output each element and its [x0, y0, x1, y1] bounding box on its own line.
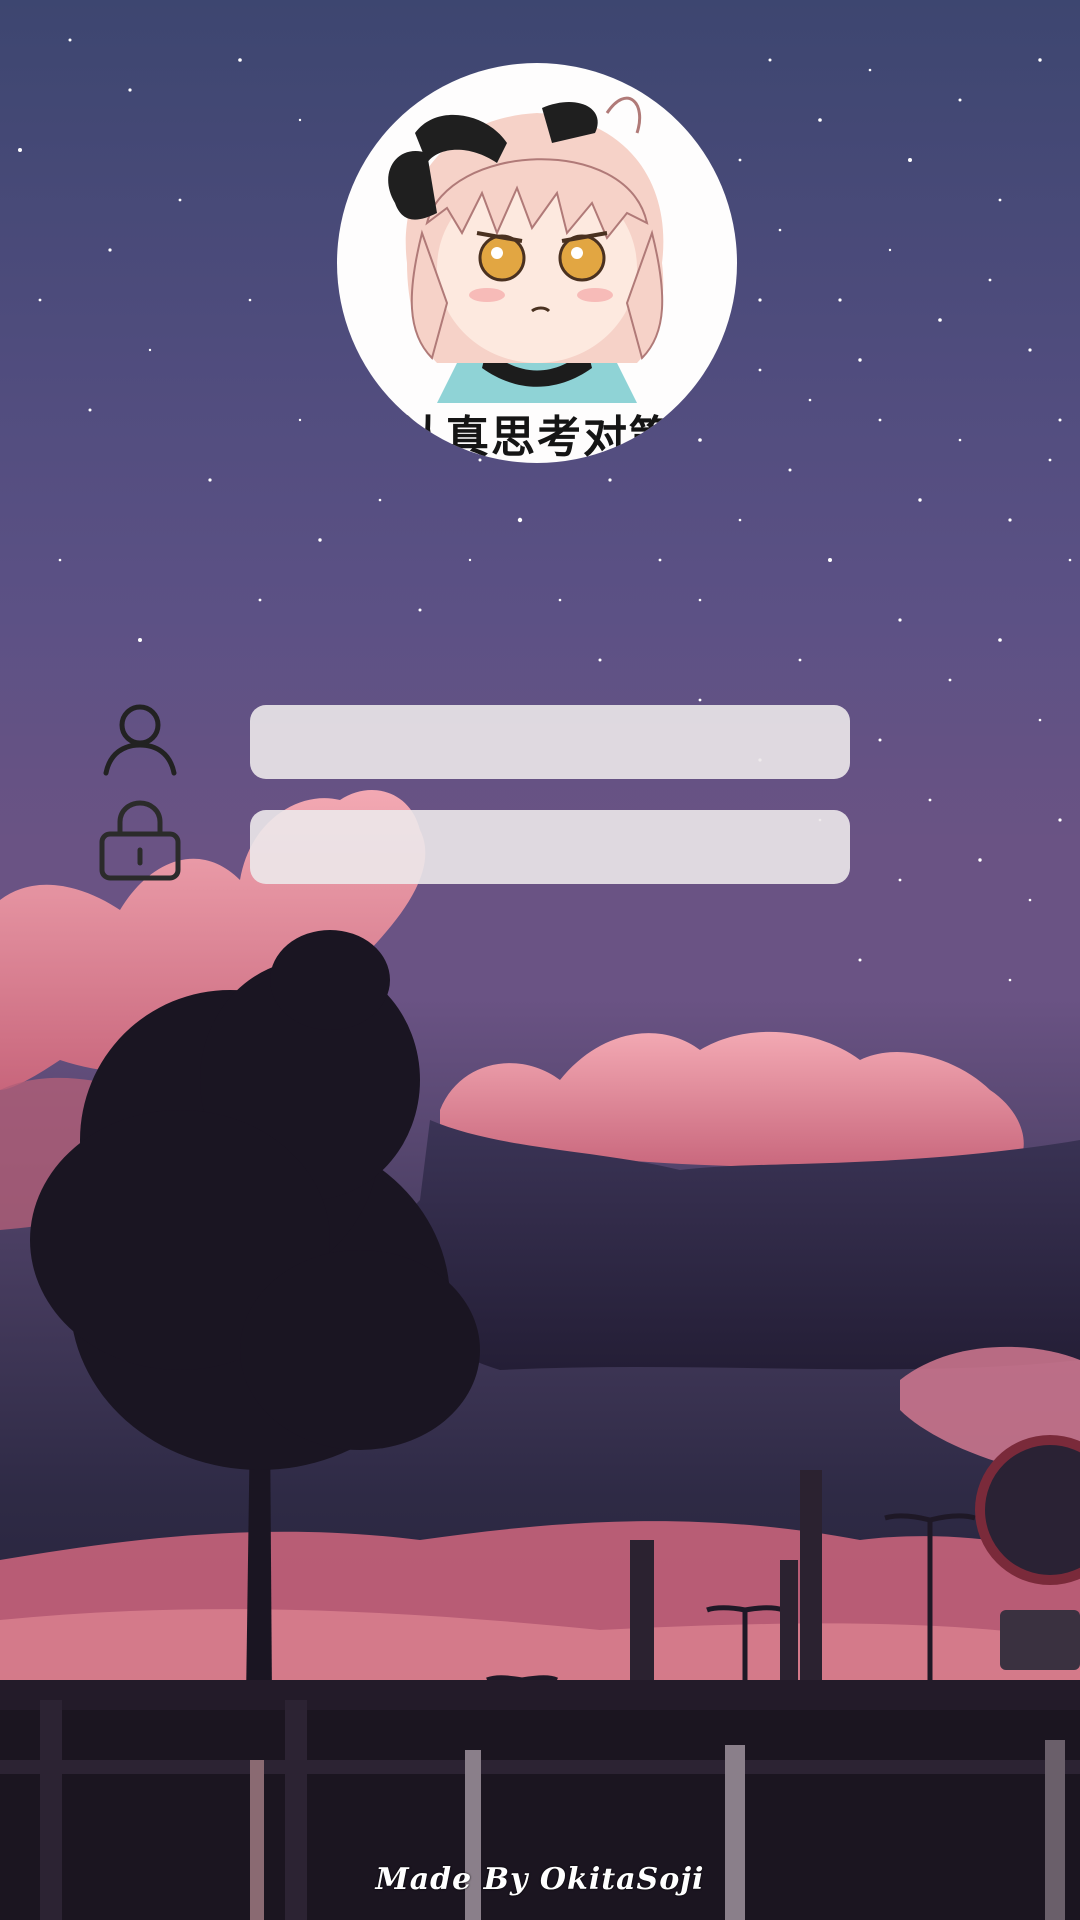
login-screen: 认真思考对策 Made By OkitaSoji [0, 0, 1080, 1920]
profile-avatar[interactable]: 认真思考对策 [337, 63, 737, 463]
lock-icon [99, 800, 181, 881]
user-icon [103, 704, 177, 776]
footer-credit: Made By OkitaSoji [375, 1862, 705, 1897]
password-field[interactable] [250, 810, 850, 884]
username-field[interactable] [250, 705, 850, 779]
avatar-caption: 认真思考对策 [399, 412, 675, 463]
